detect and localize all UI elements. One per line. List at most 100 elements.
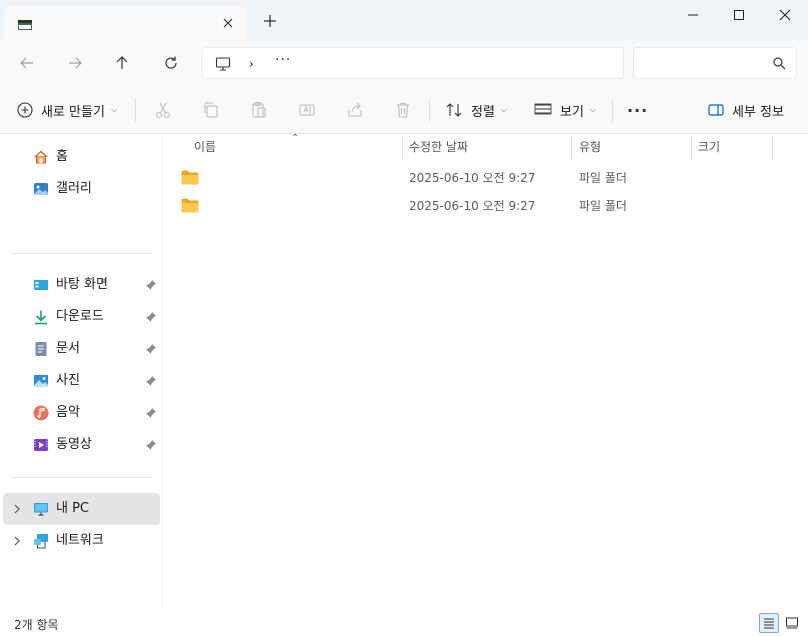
videos-icon xyxy=(34,439,48,451)
back-button[interactable] xyxy=(16,52,38,74)
pin-icon[interactable] xyxy=(145,279,157,291)
details-pane-button[interactable]: 세부 정보 xyxy=(708,86,784,134)
rename-button[interactable] xyxy=(298,86,316,134)
column-header-name[interactable]: 이름 xyxy=(194,135,216,160)
sidebar-item-documents[interactable]: 문서 xyxy=(0,333,160,365)
folder-icon xyxy=(181,170,199,185)
sort-button-label: 정렬 xyxy=(471,104,495,120)
tab[interactable] xyxy=(4,6,246,40)
arrow-right-icon xyxy=(69,57,82,69)
sidebar-item-label: 문서 xyxy=(56,341,80,356)
up-button[interactable] xyxy=(111,52,133,74)
sidebar-divider xyxy=(11,253,152,254)
breadcrumb-separator: › xyxy=(249,57,254,71)
sidebar-item-label: 홈 xyxy=(56,149,68,164)
pin-icon[interactable] xyxy=(145,311,157,323)
sidebar-item-label: 바탕 화면 xyxy=(56,277,108,292)
chevron-right-icon[interactable] xyxy=(11,503,23,515)
tiles-view-button[interactable] xyxy=(782,613,802,633)
paste-button[interactable] xyxy=(250,86,268,134)
chevron-right-icon[interactable] xyxy=(11,535,23,547)
search-box[interactable] xyxy=(633,47,797,79)
refresh-button[interactable] xyxy=(160,52,182,74)
column-separator[interactable] xyxy=(402,135,403,160)
sidebar-item-label: 내 PC xyxy=(56,501,90,516)
more-options-button[interactable]: ··· xyxy=(627,86,648,134)
navigation-pane: 홈 갤러리 바탕 화면 다운로드 문서 사진 음악 동영상 내 PC 네트워크 xyxy=(0,135,162,610)
sidebar-item-label: 동영상 xyxy=(56,437,92,452)
rename-icon xyxy=(299,104,315,116)
close-window-button[interactable] xyxy=(762,0,808,30)
sidebar-item-home[interactable]: 홈 xyxy=(0,141,160,173)
this-pc-icon xyxy=(34,503,48,516)
minimize-icon xyxy=(688,14,698,16)
new-tab-button[interactable] xyxy=(261,12,279,30)
sidebar-item-label: 사진 xyxy=(56,373,80,388)
item-count: 2개 항목 xyxy=(14,618,59,632)
status-bar: 2개 항목 xyxy=(0,610,808,636)
title-bar xyxy=(0,0,808,40)
close-tab-button[interactable] xyxy=(220,15,236,31)
minimize-button[interactable] xyxy=(670,0,716,30)
refresh-icon xyxy=(165,56,177,69)
sidebar-divider xyxy=(11,477,152,478)
sidebar-item-desktop[interactable]: 바탕 화면 xyxy=(0,269,160,301)
close-icon xyxy=(779,9,791,21)
column-header-modified[interactable]: 수정한 날짜 xyxy=(409,135,468,160)
address-bar[interactable]: › ··· xyxy=(202,47,624,79)
column-header-size[interactable]: 크기 xyxy=(698,135,720,160)
view-button[interactable]: 보기 ⌵ xyxy=(534,86,596,134)
modified-date: 2025-06-10 오전 9:27 xyxy=(409,171,536,185)
sidebar-item-this-pc[interactable]: 내 PC xyxy=(3,493,160,525)
pin-icon[interactable] xyxy=(145,407,157,419)
separator xyxy=(612,98,613,122)
desktop-icon xyxy=(34,280,48,290)
details-pane-label: 세부 정보 xyxy=(732,104,784,120)
chevron-down-icon: ⌵ xyxy=(500,105,507,114)
pin-icon[interactable] xyxy=(145,375,157,387)
pin-icon[interactable] xyxy=(145,343,157,355)
table-row[interactable]: 2025-06-10 오전 9:27 파일 폴더 xyxy=(163,192,808,220)
pin-icon[interactable] xyxy=(145,439,157,451)
this-pc-icon xyxy=(215,57,231,71)
music-icon xyxy=(33,405,49,421)
view-list-icon xyxy=(534,103,552,115)
sidebar-item-label: 갤러리 xyxy=(56,181,92,196)
column-header-type[interactable]: 유형 xyxy=(579,135,601,160)
search-input[interactable] xyxy=(642,54,762,72)
new-button[interactable]: 새로 만들기 ⌵ xyxy=(17,86,117,134)
share-icon xyxy=(348,102,362,117)
sidebar-item-network[interactable]: 네트워크 xyxy=(0,525,160,557)
home-icon xyxy=(34,150,48,164)
sidebar-item-music[interactable]: 음악 xyxy=(0,397,160,429)
column-separator[interactable] xyxy=(571,135,572,160)
maximize-icon xyxy=(734,10,744,20)
sidebar-item-gallery[interactable]: 갤러리 xyxy=(0,173,160,205)
new-button-label: 새로 만들기 xyxy=(41,104,105,120)
table-row[interactable]: 2025-06-10 오전 9:27 파일 폴더 xyxy=(163,164,808,192)
copy-icon xyxy=(204,102,218,118)
more-icon: ··· xyxy=(627,100,649,120)
plus-icon xyxy=(264,15,276,27)
maximize-button[interactable] xyxy=(716,0,762,30)
forward-button[interactable] xyxy=(64,52,86,74)
column-separator[interactable] xyxy=(691,135,692,160)
sidebar-item-videos[interactable]: 동영상 xyxy=(0,429,160,461)
plus-circle-icon xyxy=(17,102,33,118)
details-view-button[interactable] xyxy=(759,613,779,633)
trash-icon xyxy=(397,103,409,118)
view-button-label: 보기 xyxy=(560,104,584,120)
column-separator[interactable] xyxy=(772,135,773,160)
sort-button[interactable]: 정렬 ⌵ xyxy=(445,86,507,134)
share-button[interactable] xyxy=(346,86,364,134)
sidebar-item-label: 음악 xyxy=(56,405,80,420)
cut-button[interactable] xyxy=(154,86,172,134)
breadcrumb-overflow-button[interactable]: ··· xyxy=(275,52,291,68)
sidebar-item-downloads[interactable]: 다운로드 xyxy=(0,301,160,333)
delete-button[interactable] xyxy=(394,86,412,134)
sidebar-item-pictures[interactable]: 사진 xyxy=(0,365,160,397)
separator xyxy=(135,98,136,122)
sidebar-item-label: 네트워크 xyxy=(56,533,104,548)
close-icon xyxy=(223,18,233,28)
copy-button[interactable] xyxy=(202,86,220,134)
